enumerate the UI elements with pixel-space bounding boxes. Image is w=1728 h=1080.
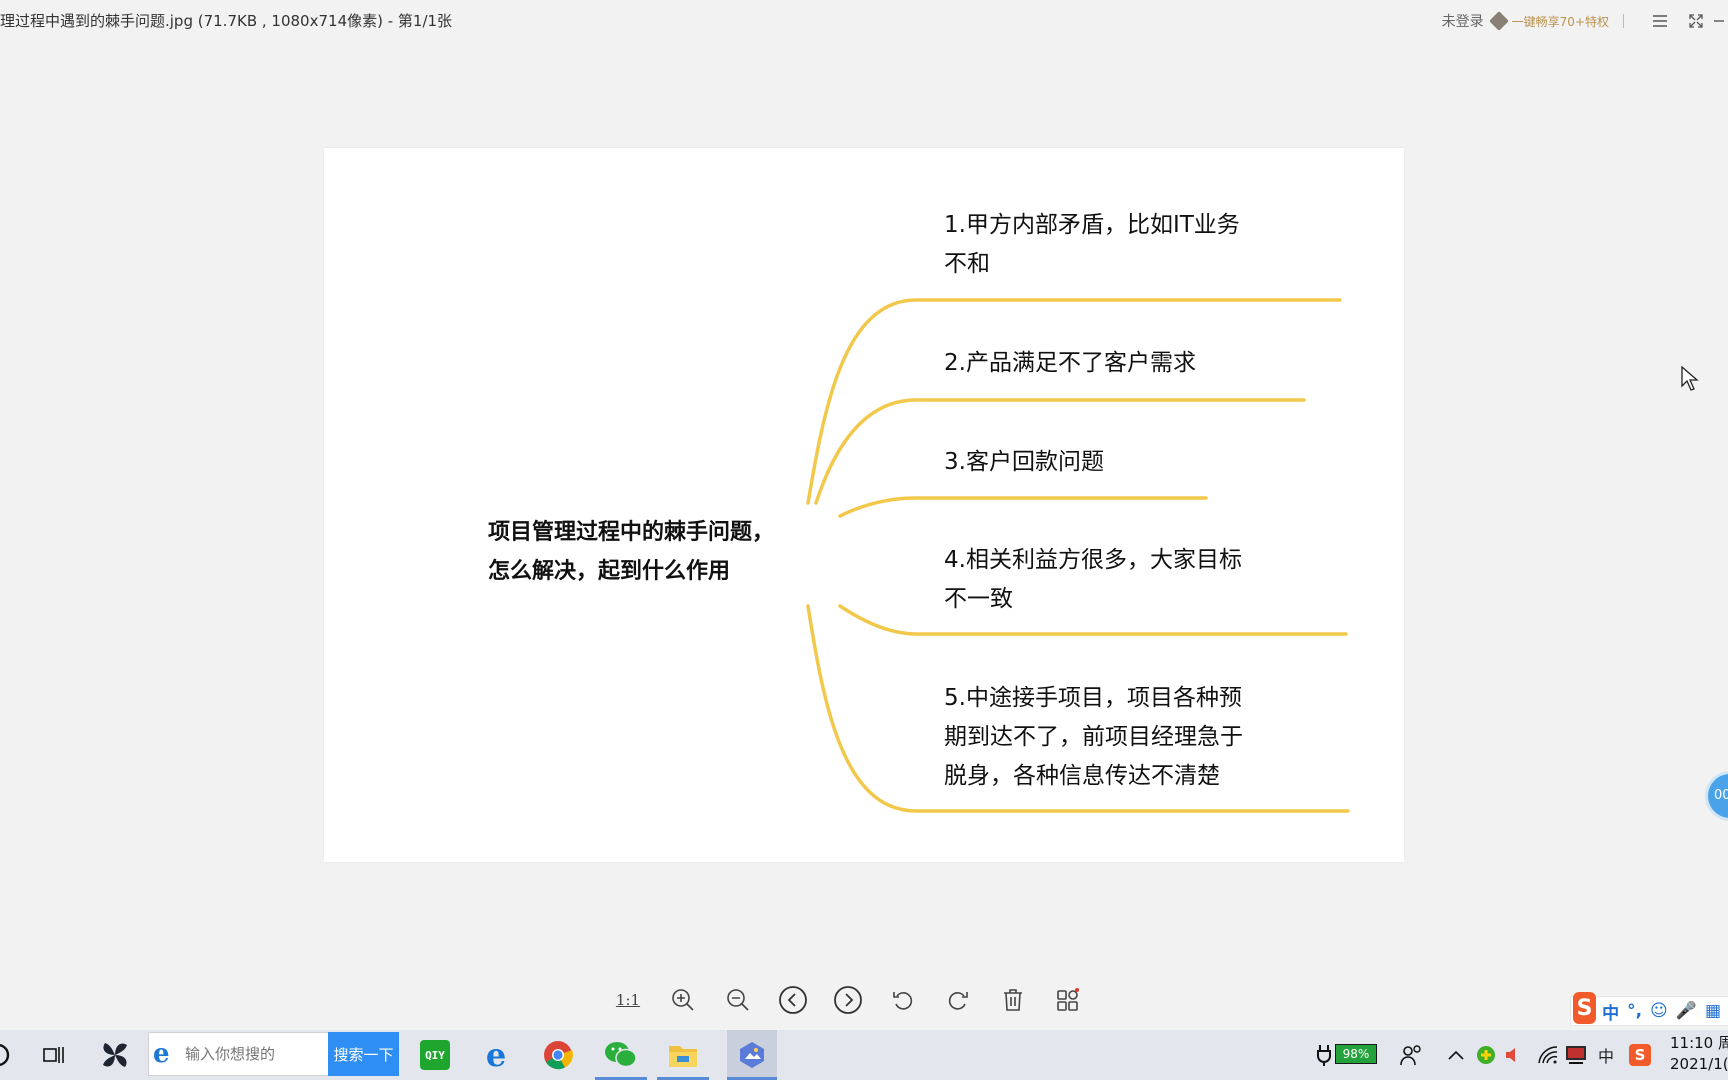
branch-line: 4.相关利益方很多，大家目标 bbox=[944, 547, 1242, 573]
sogou-tray-icon[interactable]: S bbox=[1622, 1037, 1658, 1073]
delete-icon[interactable] bbox=[995, 982, 1031, 1018]
title-bar-right: 未登录 一键畅享70+特权 bbox=[1442, 8, 1728, 34]
branch-line: 脱身，各种信息传达不清楚 bbox=[944, 763, 1220, 789]
search-input[interactable] bbox=[185, 1045, 335, 1063]
branch-line: 期到达不了，前项目经理急于 bbox=[944, 724, 1243, 750]
photo-viewer-icon[interactable] bbox=[727, 1030, 777, 1080]
image-canvas: 项目管理过程中的棘手问题， 怎么解决，起到什么作用 1.甲方内部矛盾，比如IT业… bbox=[324, 148, 1404, 862]
fullscreen-icon[interactable] bbox=[1678, 8, 1714, 34]
edge-browser-icon[interactable]: e bbox=[478, 1037, 514, 1073]
rotate-right-icon[interactable] bbox=[940, 982, 976, 1018]
clock-date: 2021/1( bbox=[1670, 1055, 1728, 1073]
vip-gem-icon bbox=[1488, 11, 1509, 31]
rotate-left-icon[interactable] bbox=[885, 982, 921, 1018]
keyboard-icon[interactable]: ▦ bbox=[1705, 1001, 1721, 1021]
title-bar: 理过程中遇到的棘手问题.jpg (71.7KB , 1080x714像素) - … bbox=[0, 0, 1728, 42]
taskbar: e 搜索一下 QIY e 98% 中 bbox=[0, 1030, 1728, 1080]
wechat-icon[interactable] bbox=[595, 1037, 647, 1080]
grid-view-icon[interactable] bbox=[1050, 982, 1086, 1018]
task-view-icon[interactable] bbox=[36, 1037, 72, 1073]
mouse-cursor-icon bbox=[1681, 366, 1699, 391]
branch-topic-4: 4.相关利益方很多，大家目标 不一致 bbox=[944, 541, 1264, 619]
root-line: 怎么解决，起到什么作用 bbox=[488, 559, 731, 584]
branch-topic-1: 1.甲方内部矛盾，比如IT业务 不和 bbox=[944, 206, 1264, 284]
menu-icon[interactable] bbox=[1642, 8, 1678, 34]
cortana-icon[interactable] bbox=[0, 1037, 16, 1073]
viewer-toolbar: 1:1 bbox=[610, 982, 1105, 1018]
next-icon[interactable] bbox=[830, 982, 866, 1018]
branch-line: 2.产品满足不了客户需求 bbox=[944, 350, 1196, 376]
microphone-icon[interactable]: 🎤 bbox=[1676, 1001, 1697, 1021]
ie-browser-icon: e bbox=[153, 1039, 170, 1069]
input-language[interactable]: 中 bbox=[1588, 1037, 1624, 1073]
ime-toolbar[interactable]: S 中 °, ☺ 🎤 ▦ bbox=[1570, 992, 1728, 1026]
floating-assistant-button[interactable]: 00 bbox=[1708, 774, 1728, 818]
divider bbox=[1623, 14, 1624, 28]
window-title: 理过程中遇到的棘手问题.jpg (71.7KB , 1080x714像素) - … bbox=[0, 12, 453, 30]
vip-promo-label: 一键畅享70+特权 bbox=[1511, 14, 1609, 29]
branch-line: 3.客户回款问题 bbox=[944, 449, 1104, 475]
ime-language[interactable]: 中 bbox=[1602, 999, 1619, 1024]
branch-topic-5: 5.中途接手项目，项目各种预 期到达不了，前项目经理急于 脱身，各种信息传达不清… bbox=[944, 679, 1274, 796]
clock-time: 11:10 周 bbox=[1670, 1034, 1728, 1052]
branch-line: 不和 bbox=[944, 251, 990, 277]
search-button[interactable]: 搜索一下 bbox=[328, 1032, 399, 1076]
actual-size-button[interactable]: 1:1 bbox=[610, 982, 646, 1018]
file-explorer-icon[interactable] bbox=[657, 1037, 709, 1080]
previous-icon[interactable] bbox=[775, 982, 811, 1018]
login-link[interactable]: 未登录 bbox=[1442, 11, 1484, 31]
system-clock[interactable]: 11:10 周 2021/1( bbox=[1670, 1033, 1728, 1075]
zoom-in-icon[interactable] bbox=[665, 982, 701, 1018]
branch-line: 5.中途接手项目，项目各种预 bbox=[944, 685, 1242, 711]
branch-line: 不一致 bbox=[944, 586, 1013, 612]
people-icon[interactable] bbox=[1394, 1037, 1430, 1073]
ime-punctuation[interactable]: °, bbox=[1627, 1001, 1642, 1021]
mindmap-root-topic: 项目管理过程中的棘手问题， 怎么解决，起到什么作用 bbox=[488, 513, 808, 591]
zoom-out-icon[interactable] bbox=[720, 982, 756, 1018]
minimize-icon[interactable] bbox=[1714, 8, 1728, 34]
emoji-icon[interactable]: ☺ bbox=[1650, 1001, 1668, 1021]
root-line: 项目管理过程中的棘手问题， bbox=[488, 520, 775, 545]
branch-topic-3: 3.客户回款问题 bbox=[944, 443, 1244, 482]
sogou-logo-icon: S bbox=[1573, 992, 1597, 1024]
branch-line: 1.甲方内部矛盾，比如IT业务 bbox=[944, 212, 1240, 238]
branch-topic-2: 2.产品满足不了客户需求 bbox=[944, 344, 1344, 383]
volume-icon[interactable] bbox=[1496, 1037, 1532, 1073]
branch-connector-3 bbox=[838, 496, 1208, 518]
vip-promo[interactable]: 一键畅享70+特权 bbox=[1488, 11, 1609, 31]
battery-indicator[interactable]: 98% bbox=[1335, 1044, 1377, 1064]
chrome-icon[interactable] bbox=[540, 1037, 576, 1073]
app-pinwheel-icon[interactable] bbox=[97, 1037, 133, 1073]
iqiyi-icon[interactable]: QIY bbox=[417, 1037, 453, 1073]
